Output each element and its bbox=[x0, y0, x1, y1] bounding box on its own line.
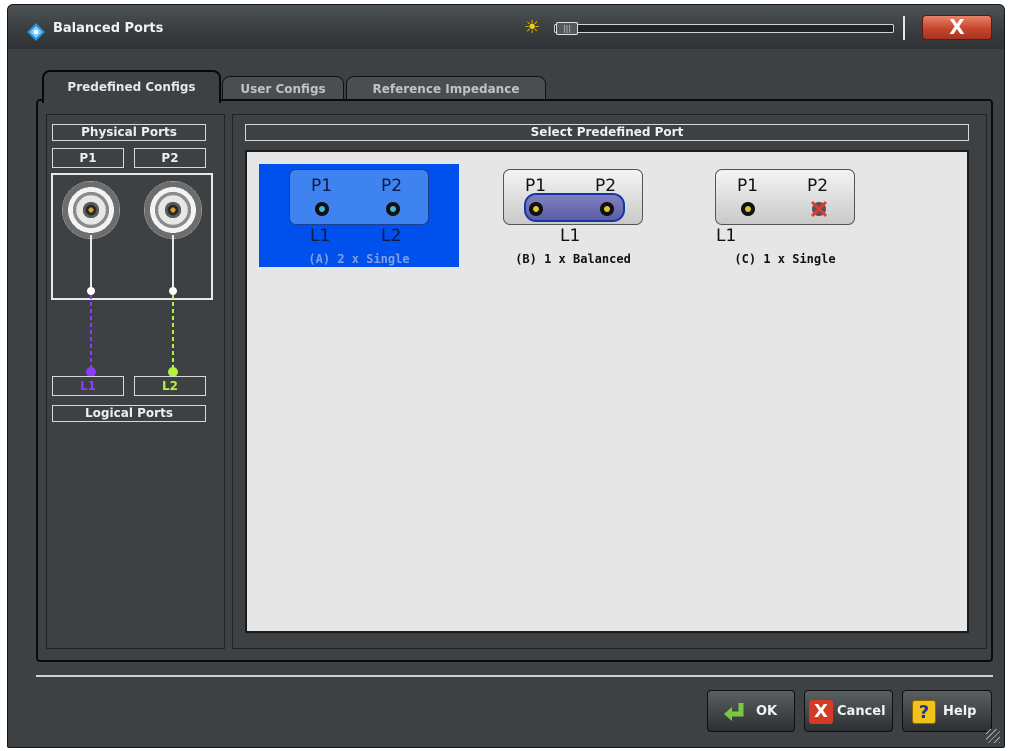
cancel-button[interactable]: X Cancel bbox=[804, 690, 893, 732]
option-b-p2-connector-icon bbox=[600, 202, 614, 216]
logical-ports-label: Logical Ports bbox=[52, 405, 206, 422]
option-a-p2-connector-icon bbox=[386, 202, 400, 216]
ok-button[interactable]: OK bbox=[707, 690, 795, 732]
tab-reference-impedance[interactable]: Reference Impedance bbox=[346, 76, 546, 100]
balanced-ports-dialog: Balanced Ports ☀ ||| X Predefined Config… bbox=[7, 4, 1005, 748]
option-a-device-icon: P1 P2 bbox=[289, 169, 429, 225]
option-c-p2-disabled-icon bbox=[810, 200, 828, 218]
connector-p2-icon bbox=[144, 181, 202, 239]
option-c-port-p1: P1 bbox=[737, 176, 759, 196]
window-title: Balanced Ports bbox=[53, 21, 164, 36]
select-predefined-port-header: Select Predefined Port bbox=[245, 124, 969, 141]
predefined-port-options: P1 P2 L1 L2 (A) 2 x Single P1 P2 L1 (B) … bbox=[245, 150, 969, 633]
footer-divider bbox=[36, 675, 993, 677]
option-c-port-p2: P2 bbox=[807, 176, 829, 196]
option-a-caption: (A) 2 x Single bbox=[308, 252, 410, 266]
option-a-port-p1: P1 bbox=[311, 176, 333, 196]
option-b-device-icon: P1 P2 bbox=[503, 169, 643, 225]
port-mapping-lines bbox=[86, 235, 178, 377]
physical-port-p1-label: P1 bbox=[52, 148, 124, 168]
physical-port-p2-label: P2 bbox=[134, 148, 206, 168]
physical-ports-label: Physical Ports bbox=[52, 124, 206, 141]
brightness-slider[interactable] bbox=[554, 24, 894, 33]
cancel-button-label: Cancel bbox=[837, 704, 886, 719]
p1-junction-dot bbox=[87, 287, 95, 295]
title-separator bbox=[903, 16, 905, 40]
option-b-caption: (B) 1 x Balanced bbox=[515, 252, 631, 266]
option-b-1x-balanced[interactable]: P1 P2 L1 (B) 1 x Balanced bbox=[473, 164, 673, 267]
logical-port-l1-label: L1 bbox=[52, 376, 124, 396]
help-button-label: Help bbox=[943, 704, 977, 719]
balanced-ports-icon bbox=[27, 23, 45, 41]
option-a-logical-l2: L2 bbox=[381, 226, 402, 246]
option-c-logical-l1: L1 bbox=[716, 226, 737, 246]
title-bar[interactable]: Balanced Ports ☀ ||| X bbox=[8, 5, 1004, 49]
sun-icon: ☀ bbox=[524, 17, 541, 38]
option-b-p1-connector-icon bbox=[529, 202, 543, 216]
option-c-p1-connector-icon bbox=[741, 202, 755, 216]
help-button[interactable]: ? Help bbox=[902, 690, 992, 732]
close-button[interactable]: X bbox=[922, 15, 992, 40]
enter-arrow-icon bbox=[724, 703, 744, 721]
logical-port-l2-label: L2 bbox=[134, 376, 206, 396]
p2-junction-dot bbox=[169, 287, 177, 295]
option-b-logical-l1: L1 bbox=[560, 226, 581, 246]
connector-p1-icon bbox=[62, 181, 120, 239]
question-icon: ? bbox=[912, 700, 936, 724]
ok-button-label: OK bbox=[756, 704, 778, 719]
tab-predefined-configs[interactable]: Predefined Configs bbox=[42, 70, 221, 103]
option-c-device-icon: P1 P2 bbox=[715, 169, 855, 225]
tab-user-configs[interactable]: User Configs bbox=[222, 76, 344, 100]
option-c-caption: (C) 1 x Single bbox=[734, 252, 836, 266]
option-c-1x-single[interactable]: P1 P2 L1 (C) 1 x Single bbox=[685, 164, 885, 267]
option-a-logical-l1: L1 bbox=[310, 226, 331, 246]
option-a-p1-connector-icon bbox=[315, 202, 329, 216]
option-a-2x-single[interactable]: P1 P2 L1 L2 (A) 2 x Single bbox=[259, 164, 459, 267]
x-icon: X bbox=[809, 700, 833, 724]
resize-grip[interactable] bbox=[986, 729, 1000, 743]
brightness-slider-thumb[interactable]: ||| bbox=[556, 22, 578, 35]
option-a-port-p2: P2 bbox=[381, 176, 403, 196]
